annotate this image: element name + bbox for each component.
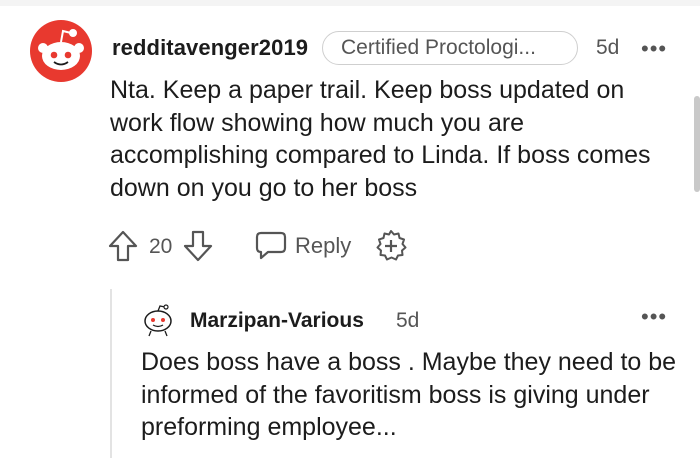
reply-body: Does boss have a boss . Maybe they need … — [141, 348, 677, 441]
comment-timestamp: 5d — [596, 36, 620, 59]
speech-bubble-icon — [255, 231, 287, 260]
comment-actions: 20 Reply — [108, 228, 428, 268]
snoo-avatar-icon[interactable] — [30, 20, 92, 82]
reply-timestamp: 5d — [396, 309, 420, 332]
user-flair: Certified Proctologi... — [322, 31, 578, 65]
comment-body: Nta. Keep a paper trail. Keep boss updat… — [110, 76, 651, 202]
previous-content-edge — [0, 0, 700, 6]
thread-line[interactable] — [110, 289, 112, 458]
award-plus-icon[interactable] — [374, 229, 408, 263]
reply-label: Reply — [295, 233, 352, 258]
reply-more-options-button[interactable]: ••• — [641, 304, 667, 330]
vote-score: 20 — [149, 235, 173, 258]
upvote-arrow-icon[interactable] — [108, 230, 138, 262]
comment-author[interactable]: redditavenger2019 — [112, 35, 308, 61]
scrollbar[interactable] — [694, 96, 700, 192]
snoo-avatar-icon[interactable] — [141, 304, 175, 338]
reply-author[interactable]: Marzipan-Various — [190, 309, 364, 333]
more-options-button[interactable]: ••• — [641, 36, 667, 62]
downvote-arrow-icon[interactable] — [183, 230, 213, 262]
